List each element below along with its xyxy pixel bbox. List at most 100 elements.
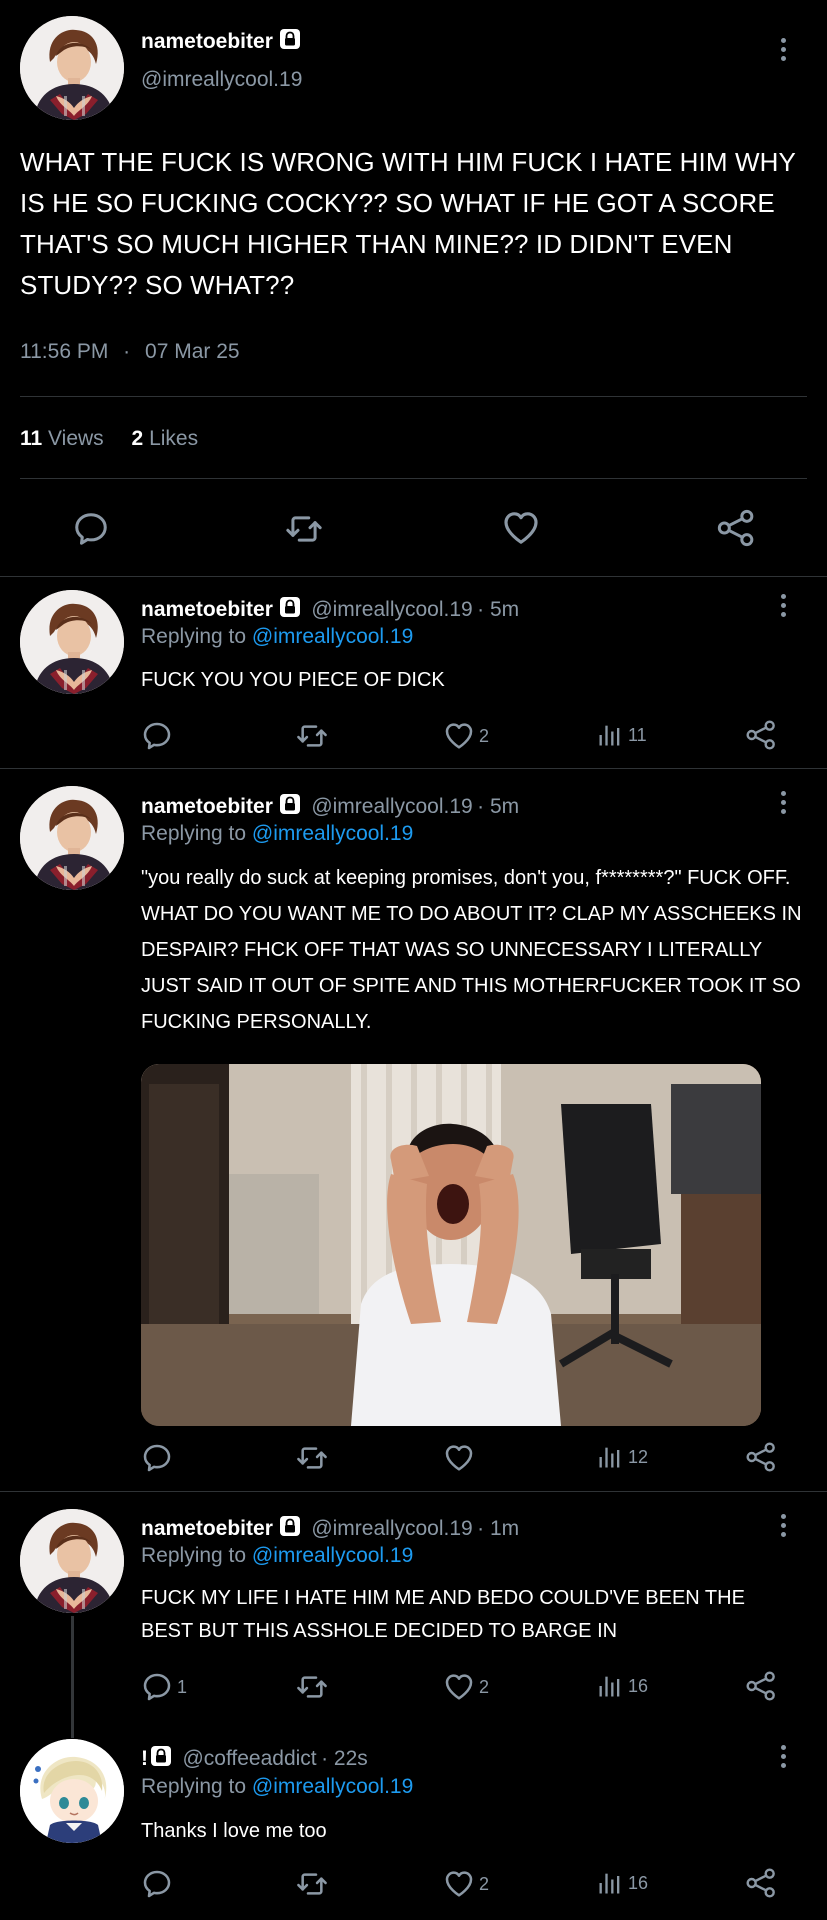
display-name[interactable]: ! [141,1747,148,1770]
avatar[interactable] [20,786,124,890]
like-button[interactable] [501,508,541,548]
views-button[interactable]: 12 [596,1442,648,1472]
divider [20,396,807,397]
thread-line [71,1616,74,1738]
avatar-image [20,1739,124,1843]
share-button[interactable] [745,719,777,751]
avatar-image [20,1509,124,1613]
handle[interactable]: @imreallycool.19 [311,598,472,621]
divider [0,768,827,769]
more-vertical-icon[interactable] [781,1514,787,1541]
heart-icon [443,720,475,752]
retweet-button[interactable] [295,1442,329,1474]
reply-text: FUCK MY LIFE I HATE HIM ME AND BEDO COUL… [141,1587,745,1642]
reply-icon [141,1671,173,1703]
display-name[interactable]: nametoebiter [141,1517,273,1540]
share-button[interactable] [745,1867,777,1899]
likes-label: Likes [149,427,199,450]
display-name[interactable]: nametoebiter [141,598,273,621]
like-button[interactable] [443,1442,479,1474]
likes-stat[interactable]: 2 Likes [132,427,199,450]
divider [0,1491,827,1492]
heart-icon [443,1671,475,1703]
avatar[interactable] [20,590,124,694]
reply-text: FUCK YOU YOU PIECE OF DICK [141,669,445,691]
avatar[interactable] [20,1509,124,1613]
more-vertical-icon[interactable] [781,594,787,621]
views-label: Views [48,427,104,450]
like-button[interactable]: 2 [443,1671,489,1703]
reply-count: 1 [177,1676,188,1697]
likes-count: 2 [131,427,144,450]
heart-icon [443,1442,475,1474]
display-name[interactable]: nametoebiter [141,30,273,53]
reply-button[interactable] [141,720,177,752]
view-count: 12 [628,1446,649,1467]
reply-button[interactable]: 1 [141,1671,187,1703]
reply-icon [141,1442,173,1474]
lock-icon [279,596,301,618]
author-row: nametoebiter [141,28,301,54]
divider [0,576,827,577]
author-row: nametoebiter @imreallycool.19 · 5m [141,596,519,622]
views-count: 11 [20,427,43,450]
reply-button[interactable] [141,1868,177,1900]
handle[interactable]: @imreallycool.19 [141,68,302,92]
mention-link[interactable]: @imreallycool.19 [252,1544,413,1567]
handle[interactable]: @imreallycool.19 [311,795,472,818]
reply-button[interactable] [141,1442,177,1474]
replying-to: Replying to @imreallycool.19 [141,822,413,846]
views-button[interactable]: 16 [596,1868,648,1898]
views-button[interactable]: 11 [596,720,647,750]
author-row: nametoebiter @imreallycool.19 · 1m [141,1515,519,1541]
reply-time: · 1m [477,1517,520,1540]
replying-label: Replying to [141,1544,247,1567]
handle[interactable]: @coffeeaddict [182,1747,316,1770]
more-vertical-icon[interactable] [781,38,787,65]
reply-button[interactable] [72,510,110,548]
handle[interactable]: @imreallycool.19 [311,1517,472,1540]
timestamp-row: 11:56 PM · 07 Mar 25 [20,340,240,364]
retweet-button[interactable] [295,1868,329,1900]
views-button[interactable]: 16 [596,1671,648,1701]
reply-text: "you really do suck at keeping promises,… [141,867,802,1033]
like-count: 2 [479,725,490,746]
reply-time: · 5m [477,598,520,621]
mention-link[interactable]: @imreallycool.19 [252,625,413,648]
mention-link[interactable]: @imreallycool.19 [252,1775,413,1798]
lock-icon [279,793,301,815]
like-button[interactable]: 2 [443,1868,489,1900]
share-icon [745,719,777,751]
avatar-image [20,16,124,120]
mention-link[interactable]: @imreallycool.19 [252,822,413,845]
retweet-button[interactable] [295,720,329,752]
replying-label: Replying to [141,822,247,845]
like-count: 2 [479,1873,490,1894]
share-button[interactable] [745,1670,777,1702]
views-icon [596,1442,624,1472]
replying-to: Replying to @imreallycool.19 [141,1544,413,1568]
display-name[interactable]: nametoebiter [141,795,273,818]
avatar[interactable] [20,16,124,120]
replying-label: Replying to [141,1775,247,1798]
more-vertical-icon[interactable] [781,791,787,818]
share-button[interactable] [716,508,756,548]
avatar-image [20,786,124,890]
lock-icon [150,1745,172,1767]
retweet-button[interactable] [284,510,324,548]
reply-icon [141,1868,173,1900]
retweet-button[interactable] [295,1671,329,1703]
lock-icon [279,1515,301,1537]
more-vertical-icon[interactable] [781,1745,787,1772]
media-image[interactable] [141,1064,761,1426]
retweet-icon [295,1671,329,1703]
author-row: ! @coffeeaddict · 22s [141,1745,368,1771]
reply-icon [72,510,110,548]
views-stat[interactable]: 11 Views [20,427,104,450]
reply-text: Thanks I love me too [141,1820,327,1842]
tweet-text: WHAT THE FUCK IS WRONG WITH HIM FUCK I H… [20,147,796,300]
like-button[interactable]: 2 [443,720,489,752]
share-button[interactable] [745,1441,777,1473]
avatar[interactable] [20,1739,124,1843]
views-icon [596,1671,624,1701]
